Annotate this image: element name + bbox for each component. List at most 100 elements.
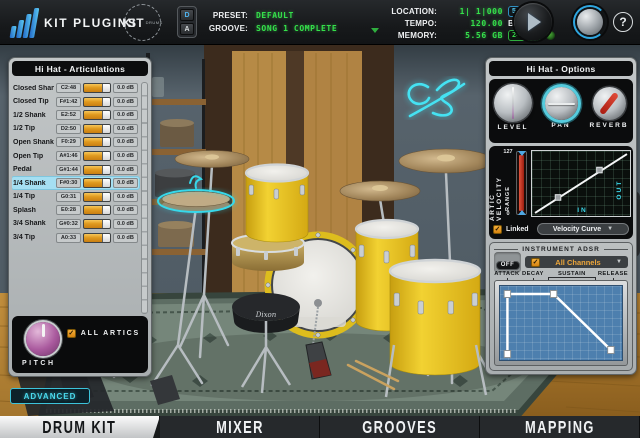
collapse-arrow-icon[interactable] <box>371 28 379 33</box>
articulation-row[interactable]: Pedal G#1:44 0.0 dB <box>12 164 139 176</box>
env-sustain-handle[interactable] <box>549 290 558 298</box>
articulation-volume-slider[interactable] <box>83 151 111 162</box>
articulation-note-box[interactable]: F#0:30 <box>56 178 81 189</box>
articulation-note-box[interactable]: G#0:32 <box>56 218 81 229</box>
articulation-note-box[interactable]: C2:48 <box>56 83 81 94</box>
tab-mixer[interactable]: MIXER <box>160 416 320 438</box>
articulation-row[interactable]: Splash E0:28 0.0 dB <box>12 204 139 216</box>
articulation-row[interactable]: 1/2 Tip D2:50 0.0 dB <box>12 123 139 135</box>
adsr-envelope-display[interactable] <box>499 285 623 361</box>
channel-select-bar[interactable]: ✓ All Channels ▼ <box>525 256 628 268</box>
articulation-db-box[interactable]: 0.0 dB <box>113 205 138 216</box>
articulation-volume-slider[interactable] <box>83 137 111 148</box>
articulation-volume-slider[interactable] <box>83 110 111 121</box>
velocity-range-slider[interactable] <box>516 151 527 215</box>
articulation-note-box[interactable]: D2:50 <box>56 123 81 134</box>
articulation-name: Open Shank <box>13 138 54 146</box>
env-release-handle[interactable] <box>607 346 615 354</box>
tempo-value[interactable]: 120.00 <box>445 19 503 28</box>
articulation-note-box[interactable]: E0:28 <box>56 205 81 216</box>
articulation-list: Closed ShankC2:48 0.0 dB Closed Tip F#1:42 0… <box>12 82 148 314</box>
channel-select-value: All Channels <box>555 257 601 267</box>
articulation-row[interactable]: Open Shank F0:29 0.0 dB <box>12 136 139 148</box>
articulation-row[interactable]: 1/4 Shank F#0:30 0.0 dB <box>12 177 139 190</box>
crash-cymbal-left[interactable] <box>174 150 250 168</box>
memory-value: 5.56 GB <box>465 30 503 40</box>
articulation-note-box[interactable]: E2:52 <box>56 110 81 121</box>
articulation-volume-slider[interactable] <box>83 218 111 229</box>
articulation-note-box[interactable]: A0:33 <box>56 232 81 243</box>
help-button[interactable]: ? <box>613 12 633 32</box>
articulation-note-box[interactable]: G#1:44 <box>56 164 81 175</box>
rack-tom-1[interactable] <box>244 163 310 243</box>
level-knob[interactable] <box>494 84 532 122</box>
articulation-volume-slider[interactable] <box>83 164 111 175</box>
articulation-volume-slider[interactable] <box>83 123 111 134</box>
preset-value[interactable]: DEFAULT <box>256 11 294 20</box>
crash-cymbal-right[interactable] <box>398 148 494 174</box>
articulation-volume-slider[interactable] <box>83 178 111 189</box>
memory-label: MEMORY: <box>397 30 437 40</box>
articulation-row[interactable]: 1/4 Tip G0:31 0.0 dB <box>12 191 139 203</box>
velocity-range-bottom-handle[interactable] <box>517 210 526 215</box>
analog-mode-button[interactable]: A <box>180 23 194 35</box>
advanced-button[interactable]: ADVANCED <box>10 388 90 404</box>
groove-value[interactable]: SONG 1 COMPLETE <box>256 24 337 33</box>
articulation-db-box[interactable]: 0.0 dB <box>113 151 138 162</box>
articulation-db-box[interactable]: 0.0 dB <box>113 164 138 175</box>
tab-grooves[interactable]: GROOVES <box>320 416 480 438</box>
articulation-name: Pedal <box>13 166 32 174</box>
articulation-volume-slider[interactable] <box>83 191 111 202</box>
articulation-row[interactable]: Open Tip A#1:46 0.0 dB <box>12 150 139 162</box>
articulation-row[interactable]: 3/4 Tip A0:33 0.0 dB <box>12 232 139 244</box>
articulation-volume-slider[interactable] <box>83 83 111 94</box>
reverb-knob[interactable] <box>592 87 626 120</box>
all-artics-checkbox[interactable]: ✓ <box>66 329 76 338</box>
velocity-range-top-handle[interactable] <box>517 151 526 156</box>
articulations-panel: Hi Hat - Articulations Closed ShankC2:48… <box>8 57 152 377</box>
articulation-db-box[interactable]: 0.0 dB <box>113 178 138 189</box>
articulation-row[interactable]: 1/2 Shank E2:52 0.0 dB <box>12 109 139 121</box>
articulation-note-box[interactable]: A#1:46 <box>56 151 81 162</box>
articulation-scrollbar[interactable] <box>141 82 148 314</box>
env-start-handle[interactable] <box>503 350 512 358</box>
all-artics-toggle[interactable]: ✓ ALL ARTICS <box>66 329 140 338</box>
articulation-db-box[interactable]: 0.0 dB <box>113 137 138 148</box>
curve-handle-high[interactable] <box>596 166 603 174</box>
channel-checkbox[interactable]: ✓ <box>531 257 540 267</box>
articulation-db-box[interactable]: 0.0 dB <box>113 232 138 243</box>
articulation-note-box[interactable]: G0:31 <box>56 191 81 202</box>
pan-knob[interactable] <box>544 87 578 120</box>
velocity-curve-select[interactable]: Velocity Curve ▼ <box>537 223 629 235</box>
preset-label: PRESET: <box>212 11 248 20</box>
linked-checkbox[interactable]: ✓ <box>493 224 502 234</box>
articulation-db-box[interactable]: 0.0 dB <box>113 96 138 107</box>
digital-mode-button[interactable]: D <box>180 9 194 21</box>
curve-handle-low[interactable] <box>554 194 562 201</box>
tab-drum-kit[interactable]: DRUM KIT <box>0 416 160 438</box>
chevron-down-icon: ▼ <box>616 259 622 265</box>
articulation-db-box[interactable]: 0.0 dB <box>113 123 138 134</box>
articulation-db-box[interactable]: 0.0 dB <box>113 110 138 121</box>
env-attack-handle[interactable] <box>503 290 512 298</box>
articulation-volume-slider[interactable] <box>83 205 111 216</box>
ride-cymbal[interactable] <box>339 180 421 202</box>
tab-mapping[interactable]: MAPPING <box>480 416 640 438</box>
in-axis-label: IN <box>577 207 588 214</box>
play-button[interactable] <box>514 3 552 41</box>
articulation-db-box[interactable]: 0.0 dB <box>113 83 138 94</box>
articulation-volume-slider[interactable] <box>83 232 111 243</box>
articulation-note-box[interactable]: F0:29 <box>56 137 81 148</box>
adsr-off-button[interactable]: OFF <box>495 261 520 270</box>
articulation-db-box[interactable]: 0.0 dB <box>113 191 138 202</box>
articulation-row[interactable]: 3/4 Shank G#0:32 0.0 dB <box>12 218 139 230</box>
articulation-row[interactable]: Closed ShankC2:48 0.0 dB <box>12 82 139 94</box>
articulation-note-box[interactable]: F#1:42 <box>56 96 81 107</box>
articulation-db-box[interactable]: 0.0 dB <box>113 218 138 229</box>
articulation-volume-slider[interactable] <box>83 96 111 107</box>
velocity-curve-graph[interactable]: IN OUT <box>531 150 631 217</box>
level-knob-label: LEVEL <box>497 124 529 131</box>
pitch-knob[interactable] <box>26 322 60 356</box>
master-volume-knob[interactable] <box>573 5 607 39</box>
articulation-row[interactable]: Closed Tip F#1:42 0.0 dB <box>12 96 139 108</box>
